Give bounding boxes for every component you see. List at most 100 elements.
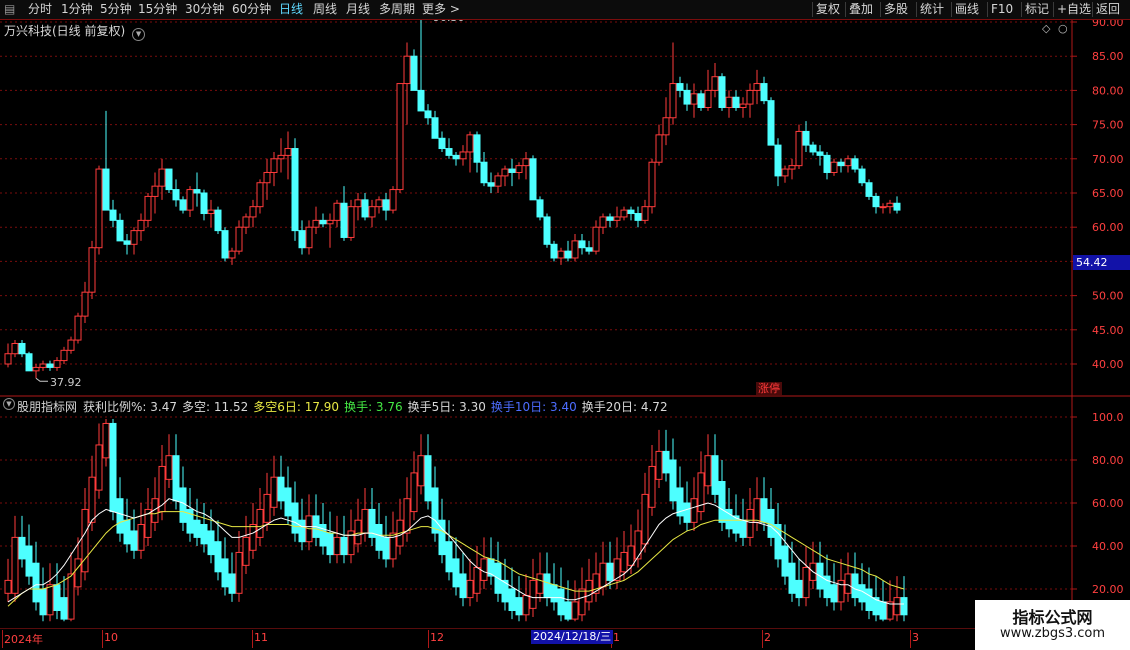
toolbar-divider xyxy=(916,2,917,17)
indicator-bar xyxy=(851,573,859,599)
toolbar-btn-0[interactable]: 复权 xyxy=(816,2,840,17)
indicator-bar xyxy=(879,601,887,620)
toolbar-tab-3[interactable]: 15分钟 xyxy=(138,2,177,17)
toolbar-tab-8[interactable]: 月线 xyxy=(346,2,370,17)
toolbar-tab-6[interactable]: 日线 xyxy=(279,2,303,17)
x-axis-label-5: 2 xyxy=(764,631,771,644)
indicator-bar xyxy=(718,481,726,523)
indicator-bar xyxy=(249,524,257,551)
candle-body xyxy=(333,202,341,221)
candle-body xyxy=(109,209,117,221)
candle-body xyxy=(361,199,369,218)
toolbar-btn-8[interactable]: 返回 xyxy=(1096,2,1120,17)
indicator-bar xyxy=(333,536,341,556)
candle-body xyxy=(676,83,684,91)
indicator-bar xyxy=(11,536,19,594)
candle-body xyxy=(886,202,894,208)
main-y-tick-label: 60.00 xyxy=(1092,221,1124,234)
candle-body xyxy=(690,93,698,105)
candle-body xyxy=(207,209,215,215)
candle-body xyxy=(480,161,488,184)
candle-body xyxy=(704,89,712,109)
x-axis-divider xyxy=(910,630,911,648)
indicator-bar xyxy=(88,476,96,523)
toolbar-tab-10[interactable]: 更多 > xyxy=(422,2,460,17)
watermark-url: www.zbgs3.com xyxy=(999,626,1106,641)
candle-body xyxy=(655,134,663,163)
candle-body xyxy=(284,148,292,156)
indicator-bar xyxy=(235,551,243,594)
candle-body xyxy=(158,168,166,187)
candle-body xyxy=(683,89,691,105)
candle-body xyxy=(193,189,201,194)
candle-body xyxy=(872,195,880,208)
main-y-tick-label: 85.00 xyxy=(1092,50,1124,63)
toolbar-btn-2[interactable]: 多股 xyxy=(884,2,908,17)
toolbar-tab-5[interactable]: 60分钟 xyxy=(232,2,271,17)
toolbar-menu-icon[interactable]: ▤ xyxy=(4,2,15,17)
toolbar-btn-7[interactable]: +自选 xyxy=(1057,2,1091,17)
candle-body xyxy=(557,250,565,259)
indicator-bar xyxy=(662,450,670,474)
indicator-bar xyxy=(179,487,187,523)
toolbar-btn-5[interactable]: F10 xyxy=(991,2,1013,17)
toolbar-btn-6[interactable]: 标记 xyxy=(1025,2,1049,17)
candle-body xyxy=(508,168,516,173)
candle-body xyxy=(151,185,159,197)
indicator-bar xyxy=(466,579,474,599)
indicator-bar xyxy=(438,519,446,556)
candle-body xyxy=(494,175,502,187)
candle-body xyxy=(725,96,733,108)
candle-body xyxy=(879,206,887,209)
main-y-tick-label: 80.00 xyxy=(1092,84,1124,97)
indicator-bar xyxy=(802,567,810,599)
indicator-bar xyxy=(648,465,656,508)
indicator-bar xyxy=(431,487,439,534)
toolbar-btn-1[interactable]: 叠加 xyxy=(849,2,873,17)
candle-body xyxy=(4,353,12,365)
candle-body xyxy=(739,103,747,109)
candle-body xyxy=(529,158,537,201)
indicator-bar xyxy=(95,444,103,491)
indicator-bar xyxy=(753,498,761,523)
x-axis-divider xyxy=(102,630,103,648)
candle-body xyxy=(291,148,299,232)
toolbar-tab-7[interactable]: 周线 xyxy=(313,2,337,17)
candle-body xyxy=(130,230,138,245)
candle-body xyxy=(606,216,614,221)
candle-body xyxy=(403,55,411,85)
indicator-bar xyxy=(53,584,61,611)
candle-body xyxy=(459,151,467,160)
indicator-bar xyxy=(473,567,481,594)
candle-body xyxy=(585,247,593,252)
candle-body xyxy=(172,189,180,201)
indicator-bar xyxy=(557,588,565,616)
toolbar-tab-4[interactable]: 30分钟 xyxy=(185,2,224,17)
candle-body xyxy=(39,363,47,368)
candle-body xyxy=(228,250,236,259)
indicator-bar xyxy=(340,536,348,556)
indicator-bar xyxy=(403,498,411,534)
indicator-bar xyxy=(207,530,215,556)
main-y-tick-label: 40.00 xyxy=(1092,358,1124,371)
toolbar-btn-4[interactable]: 画线 xyxy=(955,2,979,17)
indicator-bar xyxy=(704,455,712,487)
candle-body xyxy=(186,189,194,211)
indicator-bar xyxy=(781,545,789,577)
toolbar-tab-1[interactable]: 1分钟 xyxy=(61,2,93,17)
indicator-bar xyxy=(683,502,691,523)
sub-y-tick-label: 100.0 xyxy=(1092,411,1124,424)
candle-body xyxy=(270,158,278,173)
toolbar-tab-9[interactable]: 多周期 xyxy=(379,2,415,17)
indicator-bar xyxy=(445,541,453,573)
indicator-bar xyxy=(18,536,26,560)
indicator-bar xyxy=(641,493,649,545)
candle-body xyxy=(781,168,789,177)
candle-body xyxy=(788,165,796,170)
indicator-bar xyxy=(172,455,180,502)
sub-y-tick-label: 20.00 xyxy=(1092,583,1124,596)
main-y-tick-label: 75.00 xyxy=(1092,119,1124,132)
toolbar-btn-3[interactable]: 统计 xyxy=(920,2,944,17)
toolbar-tab-0[interactable]: 分时 xyxy=(28,2,52,17)
toolbar-tab-2[interactable]: 5分钟 xyxy=(100,2,132,17)
